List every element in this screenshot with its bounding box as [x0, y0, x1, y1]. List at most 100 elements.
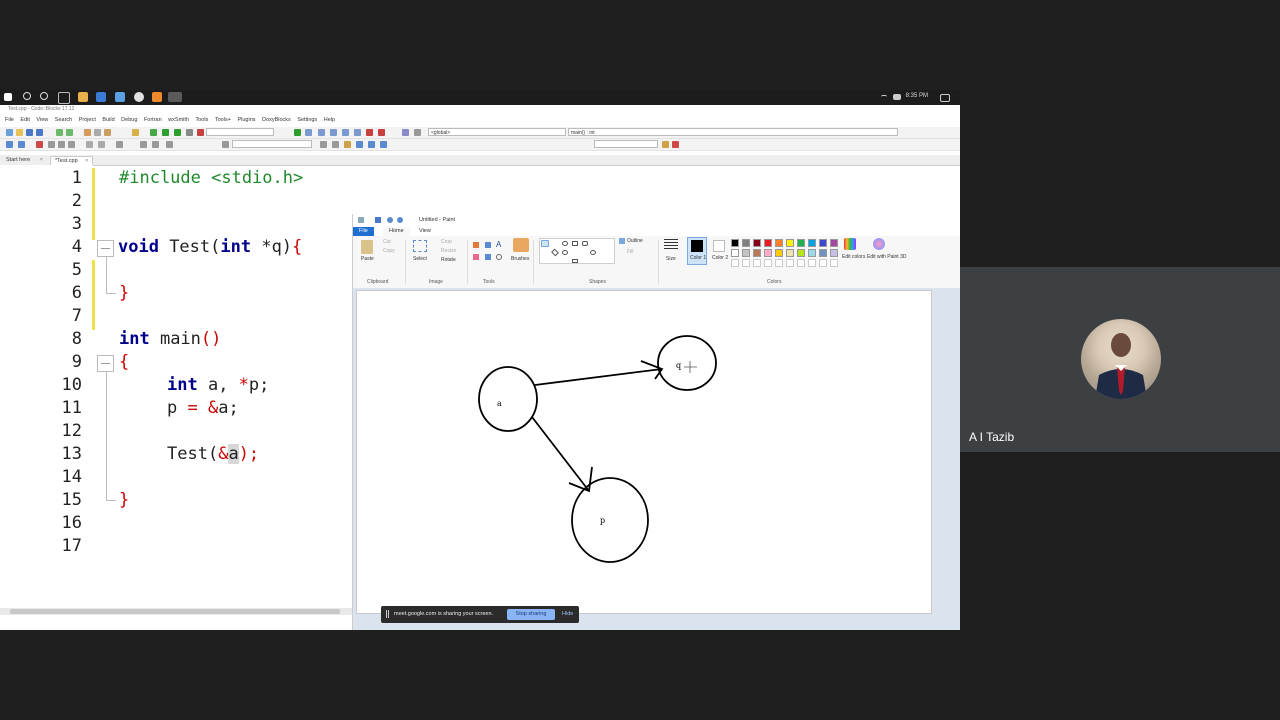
hide-button[interactable]: Hide	[562, 611, 573, 617]
forward-icon[interactable]	[18, 141, 25, 148]
task-view-icon[interactable]	[58, 92, 70, 104]
palette-swatch[interactable]	[830, 249, 838, 257]
doxy-extract-icon[interactable]	[662, 141, 669, 148]
search-forward-icon[interactable]	[332, 141, 339, 148]
doxy-combo[interactable]	[594, 140, 658, 148]
rounded-rectangle-shape-icon[interactable]	[582, 241, 588, 246]
select-icon[interactable]	[413, 240, 427, 252]
outline-label[interactable]: Outline	[627, 238, 643, 244]
palette-swatch[interactable]	[819, 249, 827, 257]
info-icon[interactable]	[414, 129, 421, 136]
codeblocks-icon[interactable]	[168, 92, 182, 102]
color2-swatch[interactable]	[713, 240, 725, 252]
menu-fortran[interactable]: Fortran	[144, 117, 162, 123]
line-shape-icon[interactable]	[541, 240, 549, 247]
brushes-icon[interactable]	[513, 238, 529, 252]
search-combo[interactable]	[232, 140, 312, 148]
palette-swatch[interactable]	[742, 249, 750, 257]
function-select[interactable]: main() : int	[568, 128, 898, 136]
prev-bookmark-icon[interactable]	[48, 141, 55, 148]
fold-toggle[interactable]	[97, 240, 114, 257]
code-line-13[interactable]: Test(&a);	[167, 444, 259, 464]
search-back-icon[interactable]	[320, 141, 327, 148]
palette-swatch[interactable]	[731, 249, 739, 257]
palette-swatch-empty[interactable]	[775, 259, 783, 267]
palette-swatch[interactable]	[731, 239, 739, 247]
menu-doxyblocks[interactable]: DoxyBlocks	[262, 117, 291, 123]
clear-bookmarks-icon[interactable]	[68, 141, 75, 148]
menu-plugins[interactable]: Plugins	[237, 117, 255, 123]
fill-icon[interactable]	[485, 242, 491, 248]
menu-file[interactable]: File	[5, 117, 14, 123]
copy-label[interactable]: Copy	[383, 248, 395, 254]
undo-icon[interactable]	[56, 129, 63, 136]
build-run-icon[interactable]	[174, 129, 181, 136]
redo-icon[interactable]	[66, 129, 73, 136]
windows-start-icon[interactable]	[4, 93, 12, 101]
code-line-10[interactable]: int a, *p;	[167, 375, 269, 395]
code-line-1[interactable]: #include <stdio.h>	[119, 168, 303, 188]
undo-icon[interactable]	[387, 217, 393, 223]
drawing-canvas[interactable]: a q p	[356, 290, 932, 614]
palette-swatch-empty[interactable]	[819, 259, 827, 267]
debug-windows-icon[interactable]	[402, 129, 409, 136]
fold-toggle[interactable]	[97, 355, 114, 372]
build-icon[interactable]	[150, 129, 157, 136]
save-icon[interactable]	[26, 129, 33, 136]
tab-home[interactable]: Home	[383, 227, 410, 236]
tab-start-here[interactable]: Start here ×	[2, 156, 47, 165]
palette-swatch-empty[interactable]	[797, 259, 805, 267]
stop-sharing-button[interactable]: Stop sharing	[507, 609, 555, 620]
break-icon[interactable]	[378, 129, 385, 136]
cut-icon[interactable]	[84, 129, 91, 136]
eraser-icon[interactable]	[473, 254, 479, 260]
palette-swatch[interactable]	[753, 239, 761, 247]
cortana-icon[interactable]	[40, 92, 48, 100]
palette-swatch[interactable]	[742, 239, 750, 247]
diamond-shape-icon[interactable]	[551, 248, 559, 257]
outline-icon[interactable]	[619, 238, 625, 244]
rectangle-shape-icon[interactable]	[572, 241, 578, 246]
palette-swatch[interactable]	[819, 239, 827, 247]
palette-swatch-empty[interactable]	[786, 259, 794, 267]
pencil-icon[interactable]	[473, 242, 479, 248]
palette-swatch-empty[interactable]	[764, 259, 772, 267]
palette-swatch-empty[interactable]	[830, 259, 838, 267]
select-icon[interactable]	[356, 141, 363, 148]
text-icon[interactable]: A	[496, 240, 501, 249]
next-instruction-icon[interactable]	[342, 129, 349, 136]
menu-build[interactable]: Build	[102, 117, 114, 123]
redo-icon[interactable]	[397, 217, 403, 223]
pentagon-shape-icon[interactable]	[562, 250, 568, 255]
step-instruction-icon[interactable]	[354, 129, 361, 136]
tab-file[interactable]: File	[353, 227, 374, 236]
chevron-up-icon[interactable]	[881, 95, 887, 100]
doxy-run-icon[interactable]	[672, 141, 679, 148]
drag-handle-icon[interactable]	[386, 610, 389, 618]
code-line-11[interactable]: p = &a;	[167, 398, 239, 418]
crop-label[interactable]: Crop	[441, 239, 452, 245]
oval-shape-icon[interactable]	[562, 241, 568, 246]
shapes-gallery[interactable]	[539, 238, 615, 264]
code-line-6[interactable]: }	[119, 283, 129, 303]
palette-swatch[interactable]	[797, 249, 805, 257]
palette-swatch-empty[interactable]	[731, 259, 739, 267]
palette-swatch[interactable]	[753, 249, 761, 257]
menu-wxsmith[interactable]: wxSmith	[168, 117, 189, 123]
palette-swatch[interactable]	[808, 239, 816, 247]
abort-icon[interactable]	[197, 129, 204, 136]
menu-settings[interactable]: Settings	[297, 117, 317, 123]
chrome-icon[interactable]	[134, 92, 144, 102]
fill-label[interactable]: Fill	[627, 249, 633, 255]
save-all-icon[interactable]	[36, 129, 43, 136]
step-icon[interactable]	[305, 129, 312, 136]
app-icon[interactable]	[115, 92, 125, 102]
symbol-icon[interactable]	[368, 141, 375, 148]
palette-swatch[interactable]	[808, 249, 816, 257]
build-target-select[interactable]	[206, 128, 274, 136]
menu-debug[interactable]: Debug	[121, 117, 137, 123]
highlight-icon[interactable]	[344, 141, 351, 148]
rotate-label[interactable]: Rotate	[441, 257, 456, 263]
tab-view[interactable]: View	[413, 227, 437, 236]
menu-view[interactable]: View	[36, 117, 48, 123]
